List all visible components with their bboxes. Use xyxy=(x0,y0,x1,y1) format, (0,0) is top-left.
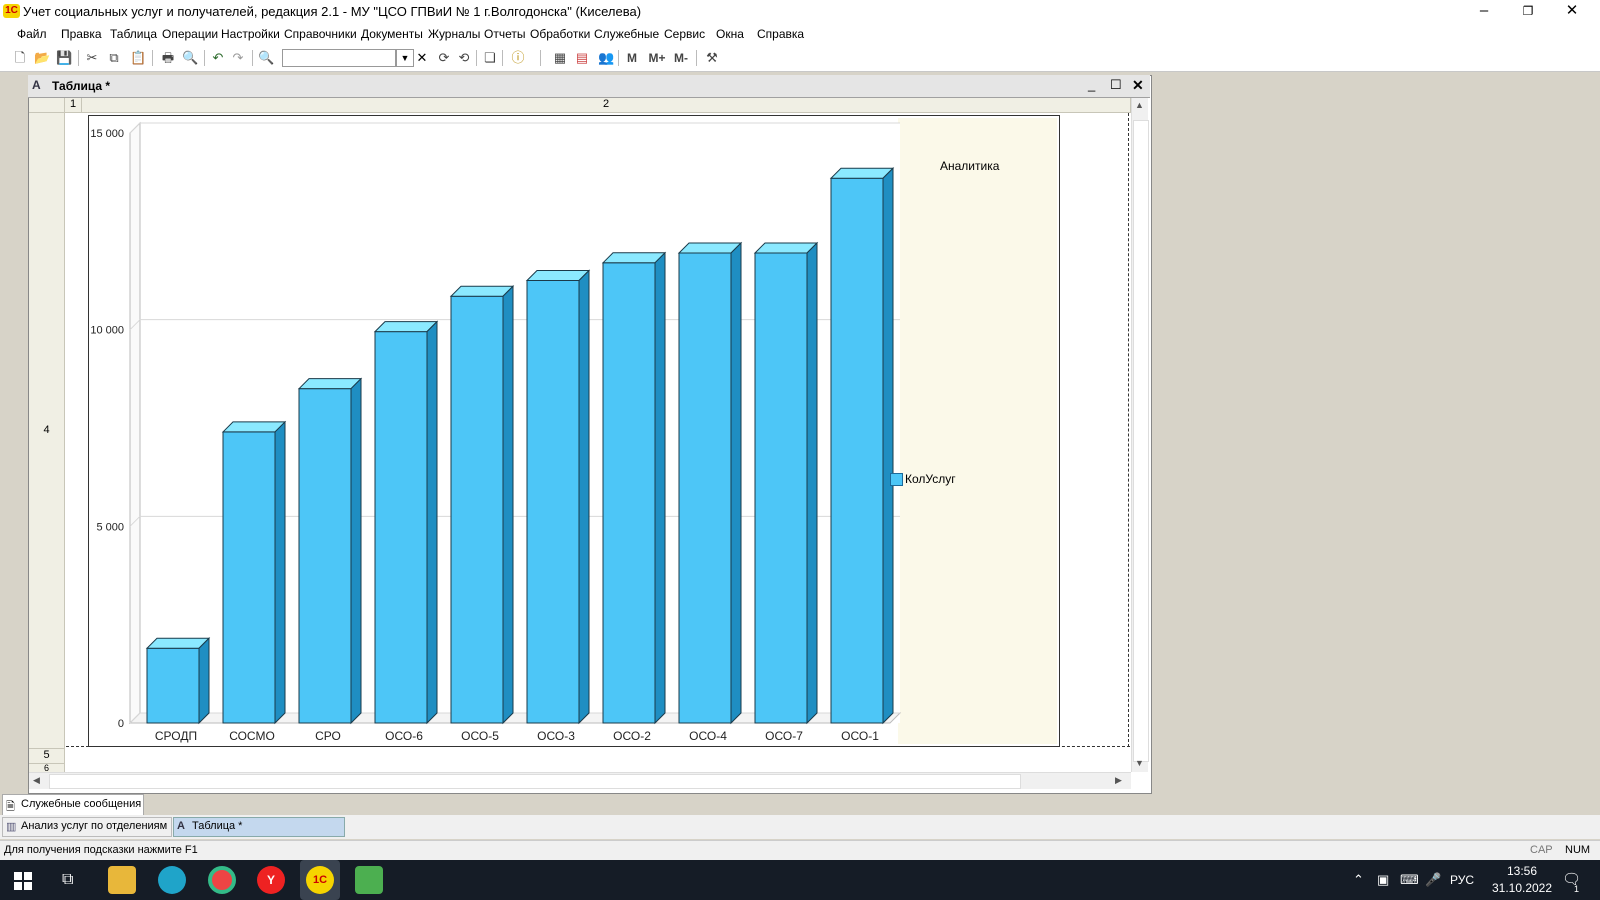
bar-chart: 15 000 10 000 5 000 0 СРОДП СОСМО СРО ОСО-6 ОСО-… xyxy=(90,121,902,743)
bar-side xyxy=(730,241,742,725)
x-tick-label: ОСО-7 xyxy=(765,729,803,743)
bar-side xyxy=(882,167,894,725)
x-tick-label: ОСО-2 xyxy=(613,729,651,743)
yandex-icon[interactable]: Y xyxy=(257,866,285,894)
windows-start-icon[interactable] xyxy=(14,872,32,890)
bar-side xyxy=(806,241,818,725)
bar xyxy=(678,252,732,724)
task-view-icon[interactable]: ⧉ xyxy=(62,871,73,889)
bar xyxy=(754,252,808,724)
bar-side xyxy=(578,269,590,725)
table-doc-icon: A xyxy=(177,820,185,832)
bar xyxy=(830,177,884,724)
bar-top xyxy=(297,378,363,390)
tab-table-label: Таблица * xyxy=(192,820,243,832)
y-tick-label: 0 xyxy=(118,718,124,730)
bar-side xyxy=(502,285,514,725)
tab-analysis[interactable]: ▥ Анализ услуг по отделениям xyxy=(2,817,172,837)
notification-count: 1 xyxy=(1574,884,1580,894)
meet-icon[interactable]: ▣ xyxy=(1377,872,1389,888)
tab-table[interactable]: A Таблица * xyxy=(173,817,345,837)
selection-border-right xyxy=(1128,113,1129,747)
bar-top xyxy=(145,637,211,649)
bar-top xyxy=(373,321,439,333)
microphone-icon[interactable]: 🎤 xyxy=(1425,872,1441,888)
bar-top xyxy=(601,252,667,264)
bar xyxy=(374,331,428,724)
bar-top xyxy=(829,167,895,179)
bar-top xyxy=(753,242,819,254)
bar-top xyxy=(449,285,515,297)
left-wall xyxy=(129,121,141,725)
report-icon: ▥ xyxy=(6,821,17,833)
service-messages-tab[interactable]: 🗎 Служебные сообщения xyxy=(2,794,144,816)
x-tick-label: СРО xyxy=(315,729,341,743)
bar xyxy=(602,262,656,724)
x-tick-label: ОСО-4 xyxy=(689,729,727,743)
bar xyxy=(298,388,352,724)
y-tick-label: 10 000 xyxy=(90,325,124,337)
x-tick-label: ОСО-3 xyxy=(537,729,575,743)
selection-border xyxy=(66,746,1130,747)
status-bar: Для получения подсказки нажмите F1 CAP N… xyxy=(0,840,1600,861)
tray-chevron-icon[interactable]: ⌃ xyxy=(1353,872,1364,888)
bar-side xyxy=(198,637,210,725)
file-explorer-icon[interactable] xyxy=(108,866,136,894)
bar xyxy=(526,280,580,724)
chart-title: Аналитика xyxy=(940,159,1000,173)
x-tick-label: ОСО-6 xyxy=(385,729,423,743)
clock-date[interactable]: 31.10.2022 xyxy=(1484,881,1560,895)
legend-swatch xyxy=(890,473,903,486)
bar-side xyxy=(350,377,362,725)
legend-label: КолУслуг xyxy=(905,472,956,486)
y-tick-label: 15 000 xyxy=(90,128,124,140)
chrome-icon[interactable] xyxy=(208,866,236,894)
caps-indicator: CAP xyxy=(1530,844,1553,856)
bar-top xyxy=(221,421,287,433)
network-icon[interactable]: ⌨ xyxy=(1400,872,1419,888)
bar-side xyxy=(274,420,286,725)
y-tick-label: 5 000 xyxy=(96,521,124,533)
bar xyxy=(450,295,504,724)
x-tick-label: СРОДП xyxy=(155,729,197,743)
status-hint: Для получения подсказки нажмите F1 xyxy=(4,844,198,856)
bar xyxy=(146,647,200,724)
num-indicator: NUM xyxy=(1565,844,1591,856)
language-indicator[interactable]: РУС xyxy=(1450,873,1474,887)
tab-analysis-label: Анализ услуг по отделениям xyxy=(21,820,168,832)
onec-icon[interactable]: 1С xyxy=(306,866,334,894)
bar-side xyxy=(654,251,666,725)
bar xyxy=(222,431,276,724)
edge-icon[interactable] xyxy=(158,866,186,894)
bar-top xyxy=(525,270,591,281)
clock-time[interactable]: 13:56 xyxy=(1500,864,1544,878)
bar-side xyxy=(426,320,438,725)
x-tick-label: ОСО-5 xyxy=(461,729,499,743)
x-tick-label: ОСО-1 xyxy=(841,729,879,743)
app-green-icon[interactable] xyxy=(355,866,383,894)
bar-top xyxy=(677,242,743,254)
service-messages-label: Служебные сообщения xyxy=(21,798,142,810)
x-tick-label: СОСМО xyxy=(229,729,275,743)
